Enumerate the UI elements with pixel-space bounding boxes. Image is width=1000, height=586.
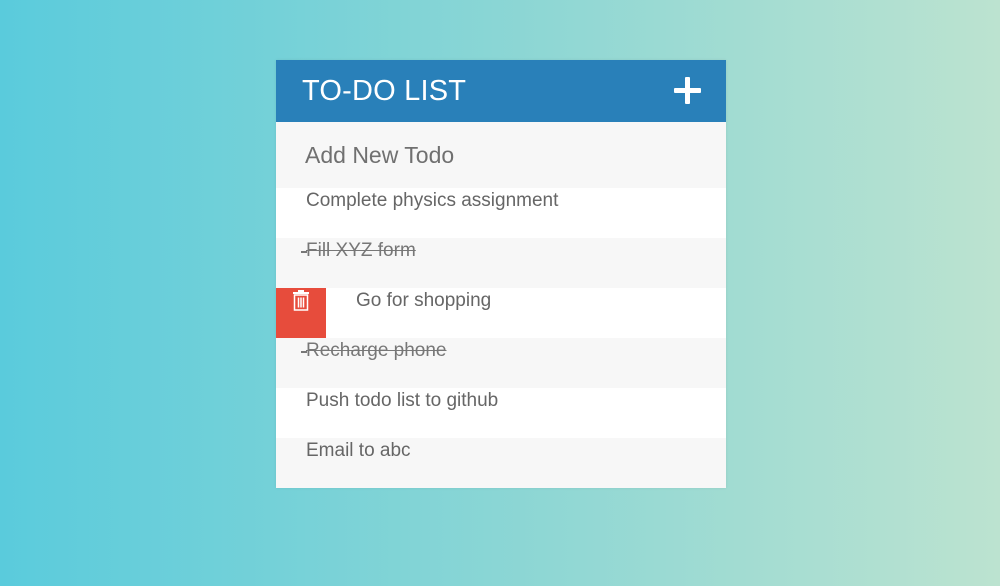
todo-text: Go for shopping	[356, 290, 492, 311]
todo-text: Email to abc	[306, 440, 411, 461]
todo-text: Push todo list to github	[306, 390, 499, 411]
todo-card: TO-DO LIST Complete physics assignment F…	[276, 60, 726, 488]
todo-list: Complete physics assignment Fill XYZ for…	[276, 188, 726, 488]
strike-mark	[301, 351, 307, 353]
todo-text: Fill XYZ form	[306, 240, 416, 261]
todo-item[interactable]: Email to abc	[276, 438, 726, 488]
page-title: TO-DO LIST	[302, 74, 467, 107]
todo-item[interactable]: Push todo list to github	[276, 388, 726, 438]
todo-item[interactable]: Fill XYZ form	[276, 238, 726, 288]
new-todo-input[interactable]	[305, 141, 685, 169]
strike-mark	[301, 251, 307, 253]
plus-icon[interactable]	[674, 77, 702, 105]
new-todo-container	[276, 122, 726, 188]
todo-item[interactable]: Recharge phone	[276, 338, 726, 388]
delete-button[interactable]	[276, 288, 326, 338]
todo-text: Complete physics assignment	[306, 190, 559, 211]
todo-header: TO-DO LIST	[276, 60, 726, 122]
todo-item[interactable]: Complete physics assignment	[276, 188, 726, 238]
trash-icon	[293, 290, 309, 311]
todo-item[interactable]: Go for shopping	[276, 288, 726, 338]
